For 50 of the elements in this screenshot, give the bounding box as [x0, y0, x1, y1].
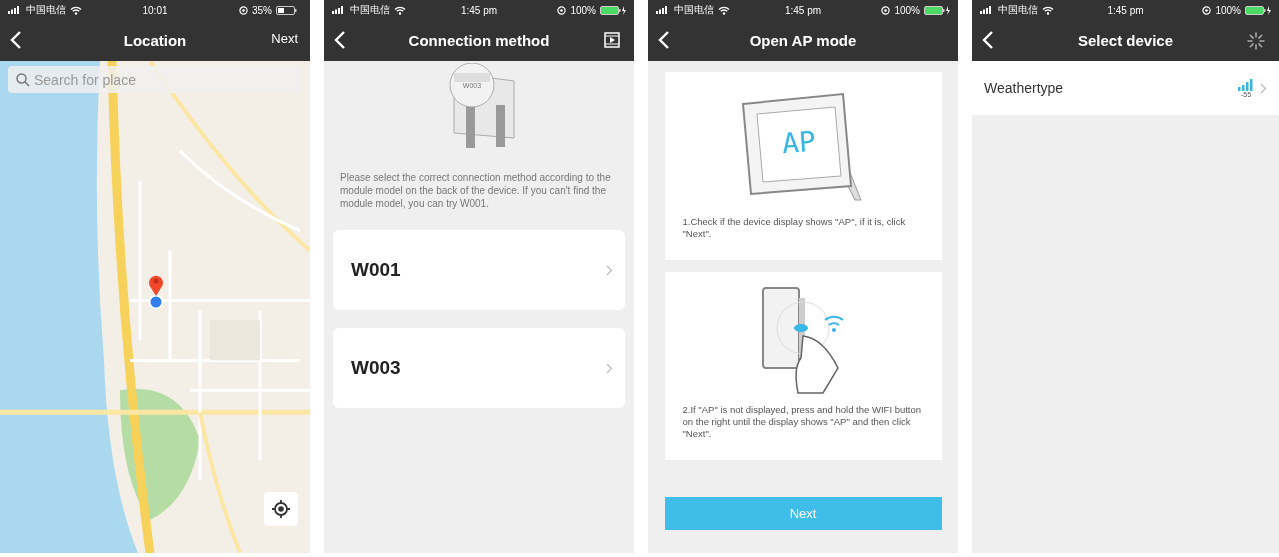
- chevron-icon: [1260, 82, 1267, 94]
- lock-rotation-icon: [1202, 5, 1212, 15]
- battery-percent: 100%: [1215, 4, 1241, 16]
- carrier-name: 中国电信: [998, 3, 1038, 17]
- carrier-name: 中国电信: [350, 3, 390, 17]
- instruction-text: Please select the correct connection method according to the module model on the back of the device. If you can't find the module model, you can try W001.: [340, 171, 612, 210]
- status-time: 1:45 pm: [460, 4, 498, 16]
- lock-rotation-icon: [881, 5, 891, 15]
- wifi-icon: [70, 5, 82, 15]
- carrier-name: 中国电信: [26, 3, 66, 17]
- chevron-icon: [606, 362, 613, 374]
- wifi-icon: [394, 5, 406, 15]
- signal-icon: [8, 6, 22, 14]
- wifi-icon: [718, 5, 730, 15]
- locate-button[interactable]: [264, 492, 298, 526]
- screen-title: Open AP mode: [749, 32, 857, 49]
- screen-title: Location: [123, 32, 187, 49]
- spinner-icon: [1247, 32, 1265, 50]
- carrier-name: 中国电信: [674, 3, 714, 17]
- lock-rotation-icon: [239, 5, 248, 15]
- method-option[interactable]: W003: [333, 328, 625, 408]
- wifi-icon: [1042, 5, 1054, 15]
- status-time: 1:45 pm: [1107, 4, 1144, 16]
- battery-percent: 100%: [894, 4, 920, 16]
- device-name: Weathertype: [984, 80, 1065, 96]
- screen-title: Select device: [1077, 32, 1174, 49]
- step-text: 2.If "AP" is not displayed, press and hold the WIFI button on the right until the display shows "AP" and then click "Next".: [682, 404, 923, 440]
- back-icon[interactable]: [10, 30, 22, 50]
- search-field[interactable]: Search for place: [8, 66, 302, 93]
- screen-title: Connection method: [408, 32, 550, 49]
- method-option[interactable]: W001: [333, 230, 625, 310]
- signal-icon: [980, 6, 994, 14]
- battery-percent: 100%: [570, 4, 596, 16]
- signal-icon: [332, 6, 346, 14]
- locate-icon: [271, 499, 291, 519]
- back-icon[interactable]: [982, 30, 994, 50]
- back-icon[interactable]: [658, 30, 670, 50]
- video-icon[interactable]: [604, 32, 620, 48]
- map-pin-icon: [148, 274, 164, 296]
- location-dot-icon: [148, 294, 164, 310]
- next-button[interactable]: Next: [271, 31, 298, 46]
- lock-rotation-icon: [557, 5, 567, 15]
- step-text: 1.Check if the device display shows "AP", if it is, click "Next".: [682, 216, 907, 240]
- signal-icon: [656, 6, 670, 14]
- chevron-icon: [606, 264, 613, 276]
- signal-strength-icon: [1238, 78, 1254, 91]
- back-icon[interactable]: [334, 30, 346, 50]
- status-time: 1:45 pm: [784, 4, 822, 16]
- status-time: 10:01: [142, 4, 168, 16]
- battery-percent: 35%: [252, 4, 272, 16]
